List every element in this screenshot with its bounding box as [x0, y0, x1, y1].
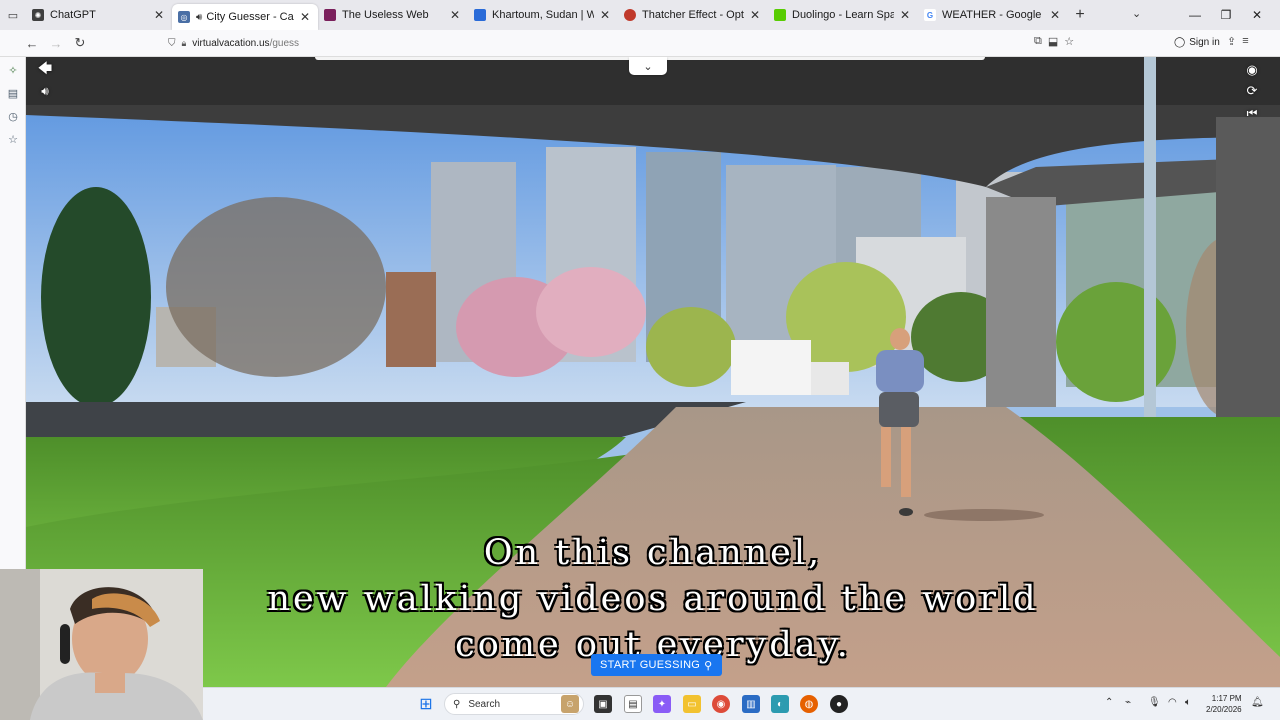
picture-in-picture-icon[interactable]: ⧉ — [1034, 35, 1042, 48]
help-icon[interactable]: ◉ — [1242, 60, 1262, 80]
notepad-icon[interactable]: ▤ — [624, 695, 642, 713]
back-icon[interactable]: ← — [20, 31, 44, 55]
close-tab-icon[interactable]: ✕ — [300, 10, 310, 24]
obs-icon[interactable]: ● — [830, 695, 848, 713]
file-explorer-icon[interactable]: ▭ — [683, 695, 701, 713]
tab-khartoum-weather[interactable]: Khartoum, Sudan | Weather Sat ✕ — [468, 0, 618, 30]
tab-strip: ▭ ✺ ChatGPT ✕ ◎ 🔊︎ City Guesser - Can yo… — [0, 0, 1280, 30]
chatgpt-favicon-icon: ✺ — [32, 9, 44, 21]
sign-in-button[interactable]: ◯ Sign in — [1174, 37, 1220, 48]
address-bar-actions: ⧉ ⬓ ☆ — [1034, 35, 1074, 48]
map-pin-icon: ⚲ — [704, 659, 713, 672]
synced-tabs-icon[interactable]: ▤ — [0, 82, 26, 105]
volume-icon[interactable]: 🔊︎ — [35, 81, 55, 101]
copilot-icon[interactable]: ✦ — [653, 695, 671, 713]
tab-title: City Guesser - Can you gue — [206, 11, 294, 23]
subtitle-line-1: On this channel, — [483, 533, 823, 573]
url-path: /guess — [269, 37, 300, 49]
close-tab-icon[interactable]: ✕ — [154, 8, 164, 22]
street-view-video[interactable]: ⌄ 🡄 🔊︎ ◉ ⟳ ⏮ On this channel, new walkin… — [26, 57, 1280, 687]
new-tab-icon[interactable]: + — [1068, 6, 1092, 24]
clock-time: 1:17 PM — [1211, 694, 1242, 703]
history-icon[interactable]: ◷ — [0, 105, 26, 128]
tab-title: Khartoum, Sudan | Weather Sat — [492, 9, 594, 21]
expand-panel-chevron-icon[interactable]: ⌄ — [629, 57, 667, 75]
wifi-icon[interactable]: ◠ — [1168, 697, 1177, 708]
pillar — [986, 197, 1056, 407]
tab-title: Thatcher Effect - Optical Illusio — [642, 9, 744, 21]
network-tray-icon[interactable]: ⌁ — [1125, 697, 1131, 708]
truck — [731, 340, 811, 395]
shield-icon[interactable]: ⛉ — [168, 38, 176, 49]
search-icon: ⚲ — [453, 698, 461, 710]
webcam-overlay — [0, 569, 203, 720]
windows-start-icon[interactable]: ⊞ — [417, 695, 435, 713]
tab-title: WEATHER - Google Search — [942, 9, 1044, 21]
address-bar[interactable]: ⛉ 🔒︎ virtualvacation.us/guess — [168, 32, 1088, 54]
toolbar-extra: ⇪ ≡ — [1227, 35, 1249, 48]
webcam-person-illustration — [0, 569, 203, 720]
close-tab-icon[interactable]: ✕ — [750, 8, 760, 22]
subtitle-line-2: new walking videos around the world — [267, 579, 1039, 619]
weather-favicon-icon — [474, 9, 486, 21]
globe-favicon-icon: ◎ — [178, 11, 190, 23]
account-icon: ◯ — [1174, 37, 1186, 48]
ai-sparkle-icon[interactable]: ✧ — [0, 59, 26, 82]
close-tab-icon[interactable]: ✕ — [900, 8, 910, 22]
restart-icon[interactable]: ⏮ — [1242, 103, 1262, 123]
thatcher-favicon-icon — [624, 9, 636, 21]
forward-icon[interactable]: → — [44, 31, 68, 55]
google-favicon-icon: G — [924, 9, 936, 21]
tab-chatgpt[interactable]: ✺ ChatGPT ✕ — [26, 0, 172, 30]
search-highlight-icon[interactable]: ☺ — [561, 695, 579, 713]
task-view-icon[interactable]: ▣ — [594, 695, 612, 713]
tab-duolingo[interactable]: Duolingo - Learn Spanish with I ✕ — [768, 0, 918, 30]
sign-in-label: Sign in — [1189, 37, 1220, 48]
close-tab-icon[interactable]: ✕ — [1050, 8, 1060, 22]
useless-web-favicon-icon — [324, 9, 336, 21]
tab-google-weather[interactable]: G WEATHER - Google Search ✕ — [918, 0, 1068, 30]
tab-title: ChatGPT — [50, 9, 96, 21]
maximize-icon[interactable]: ❐ — [1211, 0, 1241, 30]
bookmarks-icon[interactable]: ☆ — [0, 128, 26, 151]
microphone-icon[interactable]: 🎙︎ — [1148, 697, 1161, 708]
taskbar-search-label: Search — [468, 698, 501, 710]
reload-icon[interactable]: ↻ — [68, 31, 92, 55]
system-clock[interactable]: 1:17 PM 2/20/2026 — [1206, 693, 1242, 715]
close-tab-icon[interactable]: ✕ — [450, 8, 460, 22]
save-to-pocket-icon[interactable]: ⬓ — [1048, 35, 1058, 48]
document-app-icon[interactable]: ▥ — [742, 695, 760, 713]
start-guessing-button[interactable]: START GUESSING ⚲ — [591, 654, 722, 676]
menu-icon[interactable]: ≡ — [1242, 35, 1248, 48]
tab-city-guesser[interactable]: ◎ 🔊︎ City Guesser - Can you gue ✕ — [172, 4, 318, 30]
refresh-icon[interactable]: ⟳ — [1242, 81, 1262, 101]
tab-title: Duolingo - Learn Spanish with I — [792, 9, 894, 21]
extensions-icon[interactable]: ⇪ — [1227, 35, 1236, 48]
tab-title: The Useless Web — [342, 9, 429, 21]
tray-expand-icon[interactable]: ⌃ — [1105, 697, 1113, 708]
minimize-icon[interactable]: — — [1180, 0, 1210, 30]
speaker-tray-icon[interactable]: 🔈︎ — [1185, 697, 1191, 708]
lock-icon[interactable]: 🔒︎ — [182, 38, 187, 49]
start-guessing-label: START GUESSING — [600, 659, 701, 671]
windows-taskbar: ⊞ ⚲ Search ☺ ▣ ▤ ✦ ▭ ◉ ▥ ◐ ◍ ● ⌃ ⌁ 🎙︎ ◠ … — [203, 687, 1280, 720]
bookmark-star-icon[interactable]: ☆ — [1064, 35, 1074, 48]
firefox-icon[interactable]: ◍ — [800, 695, 818, 713]
url-host: virtualvacation.us — [192, 37, 270, 49]
tab-useless-web[interactable]: The Useless Web ✕ — [318, 0, 468, 30]
navigation-toolbar: ← → ↻ ⛉ 🔒︎ virtualvacation.us/guess ⧉ ⬓ … — [0, 30, 1280, 57]
tab-thatcher-effect[interactable]: Thatcher Effect - Optical Illusio ✕ — [618, 0, 768, 30]
speaker-icon[interactable]: 🔊︎ — [196, 12, 202, 23]
list-tabs-chevron-icon[interactable]: ⌄ — [1132, 7, 1141, 20]
close-tab-icon[interactable]: ✕ — [600, 8, 610, 22]
close-window-icon[interactable]: ✕ — [1242, 0, 1272, 30]
back-arrow-icon[interactable]: 🡄 — [35, 60, 55, 80]
sidebar-toggle-icon[interactable]: ▭ — [0, 0, 26, 30]
clock-date: 2/20/2026 — [1206, 705, 1242, 714]
notifications-icon[interactable]: 🔔︎ — [1251, 697, 1264, 708]
chrome-icon[interactable]: ◉ — [712, 695, 730, 713]
edge-icon[interactable]: ◐ — [771, 695, 789, 713]
duolingo-favicon-icon — [774, 9, 786, 21]
